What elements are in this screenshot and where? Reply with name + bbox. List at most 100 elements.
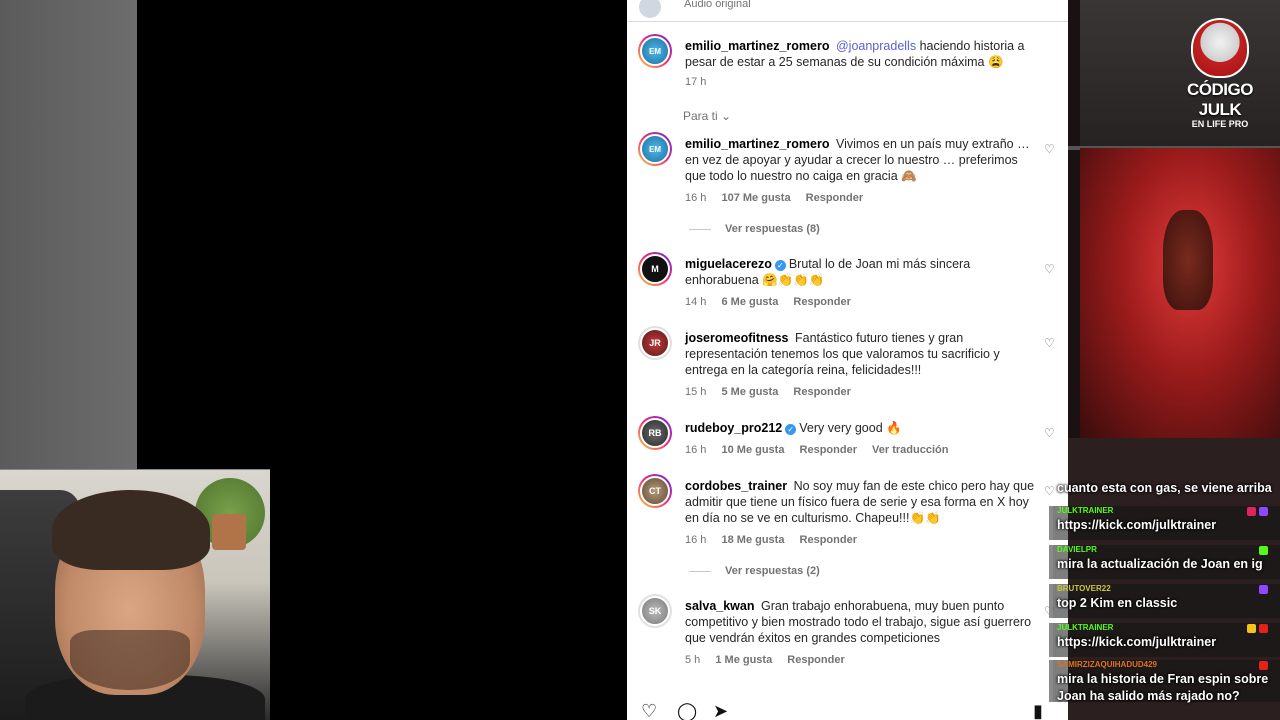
chat-bar: [1049, 623, 1053, 657]
chevron-down-icon: ⌄: [721, 109, 732, 123]
chat-username[interactable]: BRUTOVER22: [1057, 584, 1111, 593]
instagram-comments-panel: Audio original EM emilio_martinez_romero…: [627, 0, 1068, 720]
audio-row[interactable]: Audio original: [627, 0, 1068, 22]
avatar[interactable]: SK: [638, 594, 672, 628]
channel-logo: CÓDIGO JULK EN LIFE PRO: [1168, 18, 1272, 129]
comment-time: 15 h: [685, 386, 707, 398]
view-replies-button[interactable]: Ver respuestas (8): [689, 223, 820, 235]
chat-username[interactable]: DAVIELPR: [1057, 545, 1097, 554]
chat-text: top 2 Kim en classic: [1057, 596, 1178, 610]
comment-body: Very very good 🔥: [799, 421, 902, 435]
heart-icon[interactable]: ♡: [1044, 337, 1056, 349]
comment-likes[interactable]: 1 Me gusta: [715, 654, 772, 666]
comment-text: salva_kwan Gran trabajo enhorabuena, muy…: [685, 598, 1035, 646]
avatar[interactable]: CT: [638, 474, 672, 508]
comment-time: 14 h: [685, 296, 707, 308]
comment-likes[interactable]: 107 Me gusta: [721, 192, 790, 204]
comment-meta: 5 h 1 Me gusta Responder: [685, 654, 857, 666]
view-replies-button[interactable]: Ver respuestas (2): [689, 565, 820, 577]
bookmark-icon[interactable]: ▮: [1033, 702, 1043, 720]
audio-label[interactable]: Audio original: [684, 0, 751, 10]
chat-message: cuanto esta con gas, se viene arriba: [1049, 478, 1280, 498]
screen: Audio original EM emilio_martinez_romero…: [0, 0, 1280, 720]
chat-message: JULKTRAINER https://kick.com/julktrainer: [1049, 506, 1280, 540]
comment-icon[interactable]: ◯: [677, 702, 697, 720]
chat-username[interactable]: SAMIRZIZAQUIHADUD429: [1057, 660, 1157, 669]
caption-meta: 17 h: [685, 76, 718, 88]
filter-dropdown[interactable]: Para ti ⌄: [683, 109, 731, 123]
like-icon[interactable]: ♡: [641, 702, 657, 720]
comment-meta: 16 h 10 Me gusta Responder Ver traducció…: [685, 444, 960, 456]
chat-text: cuanto esta con gas, se viene arriba: [1057, 481, 1272, 495]
comment-text: emilio_martinez_romero Vivimos en un paí…: [685, 136, 1035, 184]
view-replies-label: Ver respuestas (8): [725, 223, 820, 235]
reply-button[interactable]: Responder: [793, 296, 850, 308]
caption-username[interactable]: emilio_martinez_romero: [685, 39, 830, 53]
chat-text: mira la historia de Fran espin sobre Joa…: [1057, 672, 1269, 703]
avatar[interactable]: RB: [638, 416, 672, 450]
chat-message: BRUTOVER22 top 2 Kim en classic: [1049, 584, 1280, 618]
chat-bar: [1049, 506, 1053, 540]
comment-likes[interactable]: 18 Me gusta: [721, 534, 784, 546]
comment-username[interactable]: rudeboy_pro212: [685, 421, 782, 435]
comment-time: 16 h: [685, 534, 707, 546]
avatar[interactable]: JR: [638, 326, 672, 360]
bodybuilder-figure: [1163, 210, 1213, 310]
comment-username[interactable]: joseromeofitness: [685, 331, 789, 345]
comment-text: joseromeofitness Fantástico futuro tiene…: [685, 330, 1035, 378]
filter-label: Para ti: [683, 109, 718, 123]
avatar[interactable]: M: [638, 252, 672, 286]
reply-button[interactable]: Responder: [787, 654, 844, 666]
view-replies-label: Ver respuestas (2): [725, 565, 820, 577]
comment-likes[interactable]: 5 Me gusta: [721, 386, 778, 398]
caption-mention[interactable]: @joanpradells: [836, 39, 916, 53]
plant-pot: [212, 514, 246, 550]
heart-icon[interactable]: ♡: [1044, 427, 1056, 439]
logo-title: CÓDIGO JULK: [1187, 80, 1253, 119]
logo-subtitle: EN LIFE PRO: [1191, 119, 1249, 129]
crown-icon: [1247, 624, 1256, 633]
streamer-beard: [70, 630, 190, 690]
chat-bar: [1049, 660, 1053, 702]
comment-username[interactable]: emilio_martinez_romero: [685, 137, 830, 151]
share-icon[interactable]: ➤: [713, 702, 728, 720]
chat-username[interactable]: JULKTRAINER: [1057, 506, 1113, 515]
badge-icon: [1247, 507, 1256, 516]
youtube-icon: [1259, 624, 1268, 633]
comment-username[interactable]: cordobes_trainer: [685, 479, 787, 493]
comment-time: 16 h: [685, 192, 707, 204]
chat-username[interactable]: JULKTRAINER: [1057, 623, 1113, 632]
chat-bar: [1049, 545, 1053, 579]
comment-likes[interactable]: 10 Me gusta: [721, 444, 784, 456]
heart-icon[interactable]: ♡: [1044, 263, 1056, 275]
youtube-icon: [1259, 661, 1268, 670]
translate-button[interactable]: Ver traducción: [872, 444, 948, 456]
comment-username[interactable]: salva_kwan: [685, 599, 755, 613]
comment-likes[interactable]: 6 Me gusta: [721, 296, 778, 308]
reply-button[interactable]: Responder: [800, 534, 857, 546]
comment-username[interactable]: miguelacerezo: [685, 257, 772, 271]
avatar[interactable]: EM: [638, 34, 672, 68]
reply-button[interactable]: Responder: [800, 444, 857, 456]
chat-message: JULKTRAINER https://kick.com/julktrainer: [1049, 623, 1280, 657]
heart-icon[interactable]: ♡: [1044, 143, 1056, 155]
comment-meta: 16 h 107 Me gusta Responder: [685, 192, 875, 204]
badge-icon: [1259, 507, 1268, 516]
verified-icon: ✓: [785, 424, 797, 435]
chat-message: DAVIELPR mira la actualización de Joan e…: [1049, 545, 1280, 579]
verified-icon: ✓: [774, 260, 786, 271]
caption-text: emilio_martinez_romero @joanpradells hac…: [685, 38, 1035, 70]
audio-avatar: [639, 0, 661, 18]
reply-button[interactable]: Responder: [793, 386, 850, 398]
comment-meta: 14 h 6 Me gusta Responder: [685, 296, 863, 308]
reply-button[interactable]: Responder: [806, 192, 863, 204]
avatar[interactable]: EM: [638, 132, 672, 166]
comment-text: rudeboy_pro212 ✓ Very very good 🔥: [685, 420, 1035, 436]
caption-time: 17 h: [685, 76, 707, 88]
divider-line: [689, 570, 711, 572]
webcam-feed: [0, 469, 270, 720]
comment-time: 5 h: [685, 654, 701, 666]
chat-text[interactable]: https://kick.com/julktrainer: [1057, 517, 1216, 534]
chat-text[interactable]: https://kick.com/julktrainer: [1057, 634, 1216, 651]
background-panel-gray: [0, 0, 137, 470]
